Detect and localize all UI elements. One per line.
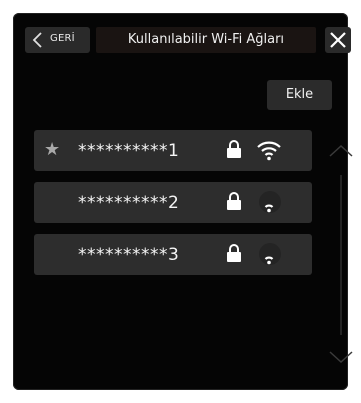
network-ssid: **********1 [78, 141, 180, 161]
add-network-label: Ekle [285, 87, 314, 102]
add-network-button[interactable]: Ekle [267, 80, 332, 110]
wifi-icon [257, 141, 281, 161]
chevron-left-icon [32, 32, 42, 48]
close-button[interactable] [325, 27, 351, 53]
wifi-icon [264, 204, 274, 213]
lock-icon [227, 140, 241, 158]
close-icon [330, 32, 346, 48]
scrollbar[interactable] [326, 130, 356, 375]
title-bar: Kullanılabilir Wi-Fi Ağları [96, 27, 316, 53]
star-icon: ★ [44, 139, 61, 160]
back-button[interactable]: GERİ [25, 27, 90, 53]
network-row[interactable]: **********3 [34, 234, 312, 275]
back-button-label: GERİ [50, 33, 75, 44]
network-ssid: **********3 [78, 245, 180, 265]
page-title: Kullanılabilir Wi-Fi Ağları [127, 32, 285, 47]
lock-icon [227, 244, 241, 262]
chevron-up-icon [329, 144, 353, 157]
network-row[interactable]: ★ **********1 [34, 130, 312, 171]
wifi-icon [264, 256, 274, 265]
chevron-down-icon [329, 351, 353, 364]
network-row[interactable]: **********2 [34, 182, 312, 223]
lock-icon [227, 192, 241, 210]
network-ssid: **********2 [78, 193, 180, 213]
